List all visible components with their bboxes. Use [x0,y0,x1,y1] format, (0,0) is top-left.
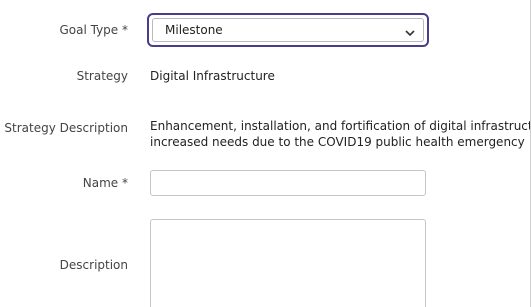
name-input[interactable] [150,170,426,196]
goal-type-select[interactable]: Milestone [147,13,429,47]
name-label: Name * [82,176,128,190]
strategy-value: Digital Infrastructure [150,69,275,83]
strategy-description-line-2: increased needs due to the COVID19 publi… [150,135,525,149]
description-textarea[interactable] [150,219,426,307]
goal-type-select-field[interactable]: Milestone [152,18,424,42]
chevron-down-icon [405,26,415,37]
description-label: Description [59,258,128,272]
strategy-description-value: Enhancement, installation, and fortifica… [150,118,531,150]
goal-type-label: Goal Type * [59,23,128,37]
goal-form: Goal Type * Milestone Strategy Digital I… [0,0,531,307]
strategy-description-label: Strategy Description [4,121,128,135]
goal-type-selected-value: Milestone [165,23,223,37]
strategy-label: Strategy [76,69,128,83]
strategy-description-line-1: Enhancement, installation, and fortifica… [150,119,531,133]
